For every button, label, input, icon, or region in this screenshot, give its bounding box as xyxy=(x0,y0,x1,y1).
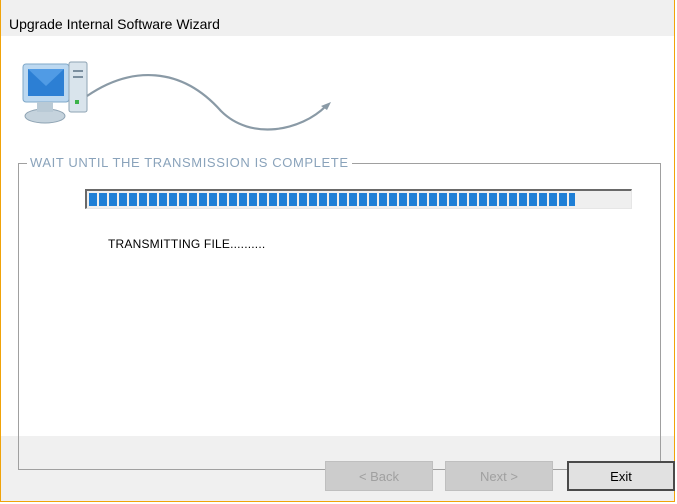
transmission-groupbox: WAIT UNTIL THE TRANSMISSION IS COMPLETE … xyxy=(18,155,661,470)
groupbox-legend: WAIT UNTIL THE TRANSMISSION IS COMPLETE xyxy=(27,155,352,170)
wizard-content: WAIT UNTIL THE TRANSMISSION IS COMPLETE … xyxy=(1,36,674,470)
computer-cable-icon xyxy=(21,56,341,141)
transmission-progress-bar xyxy=(85,189,632,209)
next-button[interactable]: Next > xyxy=(445,461,553,491)
exit-button[interactable]: Exit xyxy=(567,461,675,491)
back-button[interactable]: < Back xyxy=(325,461,433,491)
progress-fill xyxy=(89,193,575,206)
status-text: TRANSMITTING FILE.......... xyxy=(108,237,266,251)
window-title: Upgrade Internal Software Wizard xyxy=(9,16,220,32)
wizard-window: Upgrade Internal Software Wizard WAIT UN… xyxy=(0,0,675,502)
